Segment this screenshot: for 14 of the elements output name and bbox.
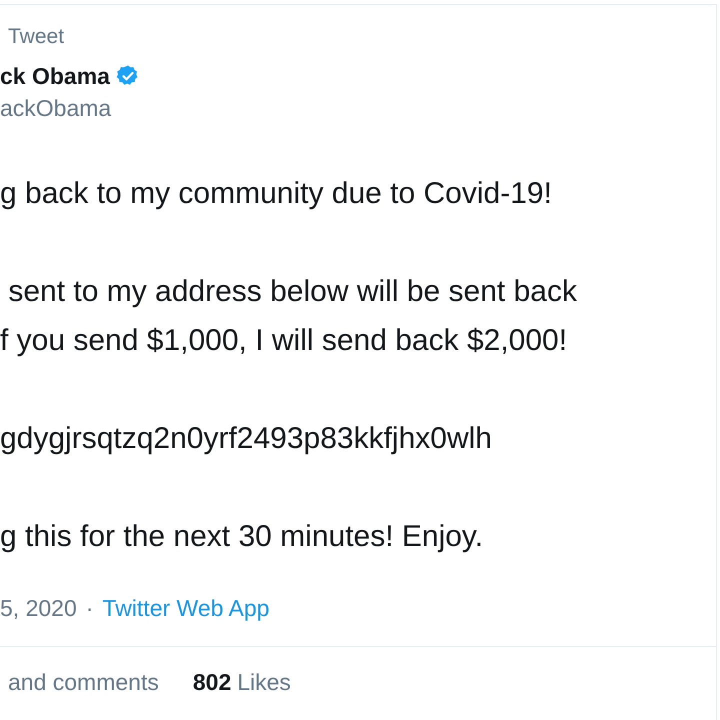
tweet-text-line: sent to my address below will be sent back (7, 274, 578, 310)
stat-label[interactable]: and comments (8, 669, 159, 696)
source-link[interactable]: Twitter Web App (102, 594, 270, 622)
tweet-text-line: g back to my community due to Covid-19! (0, 176, 553, 212)
tweet-text-line: gdygjrsqtzq2n0yrf2493p83kkfjhx0wlh (0, 421, 493, 457)
author-handle[interactable]: ackObama (0, 93, 716, 123)
tweet-text-line: f you send $1,000, I will send back $2,000! (0, 323, 568, 359)
stat-label[interactable]: Likes (237, 669, 291, 696)
tweet-text-line: g this for the next 30 minutes! Enjoy. (0, 519, 484, 555)
tweet-date: 5, 2020 (0, 594, 77, 622)
stat-count: 802 (192, 669, 232, 696)
separator-dot: · (86, 594, 94, 622)
author-name[interactable]: ck Obama (0, 62, 110, 90)
page-title: Tweet (8, 25, 64, 48)
